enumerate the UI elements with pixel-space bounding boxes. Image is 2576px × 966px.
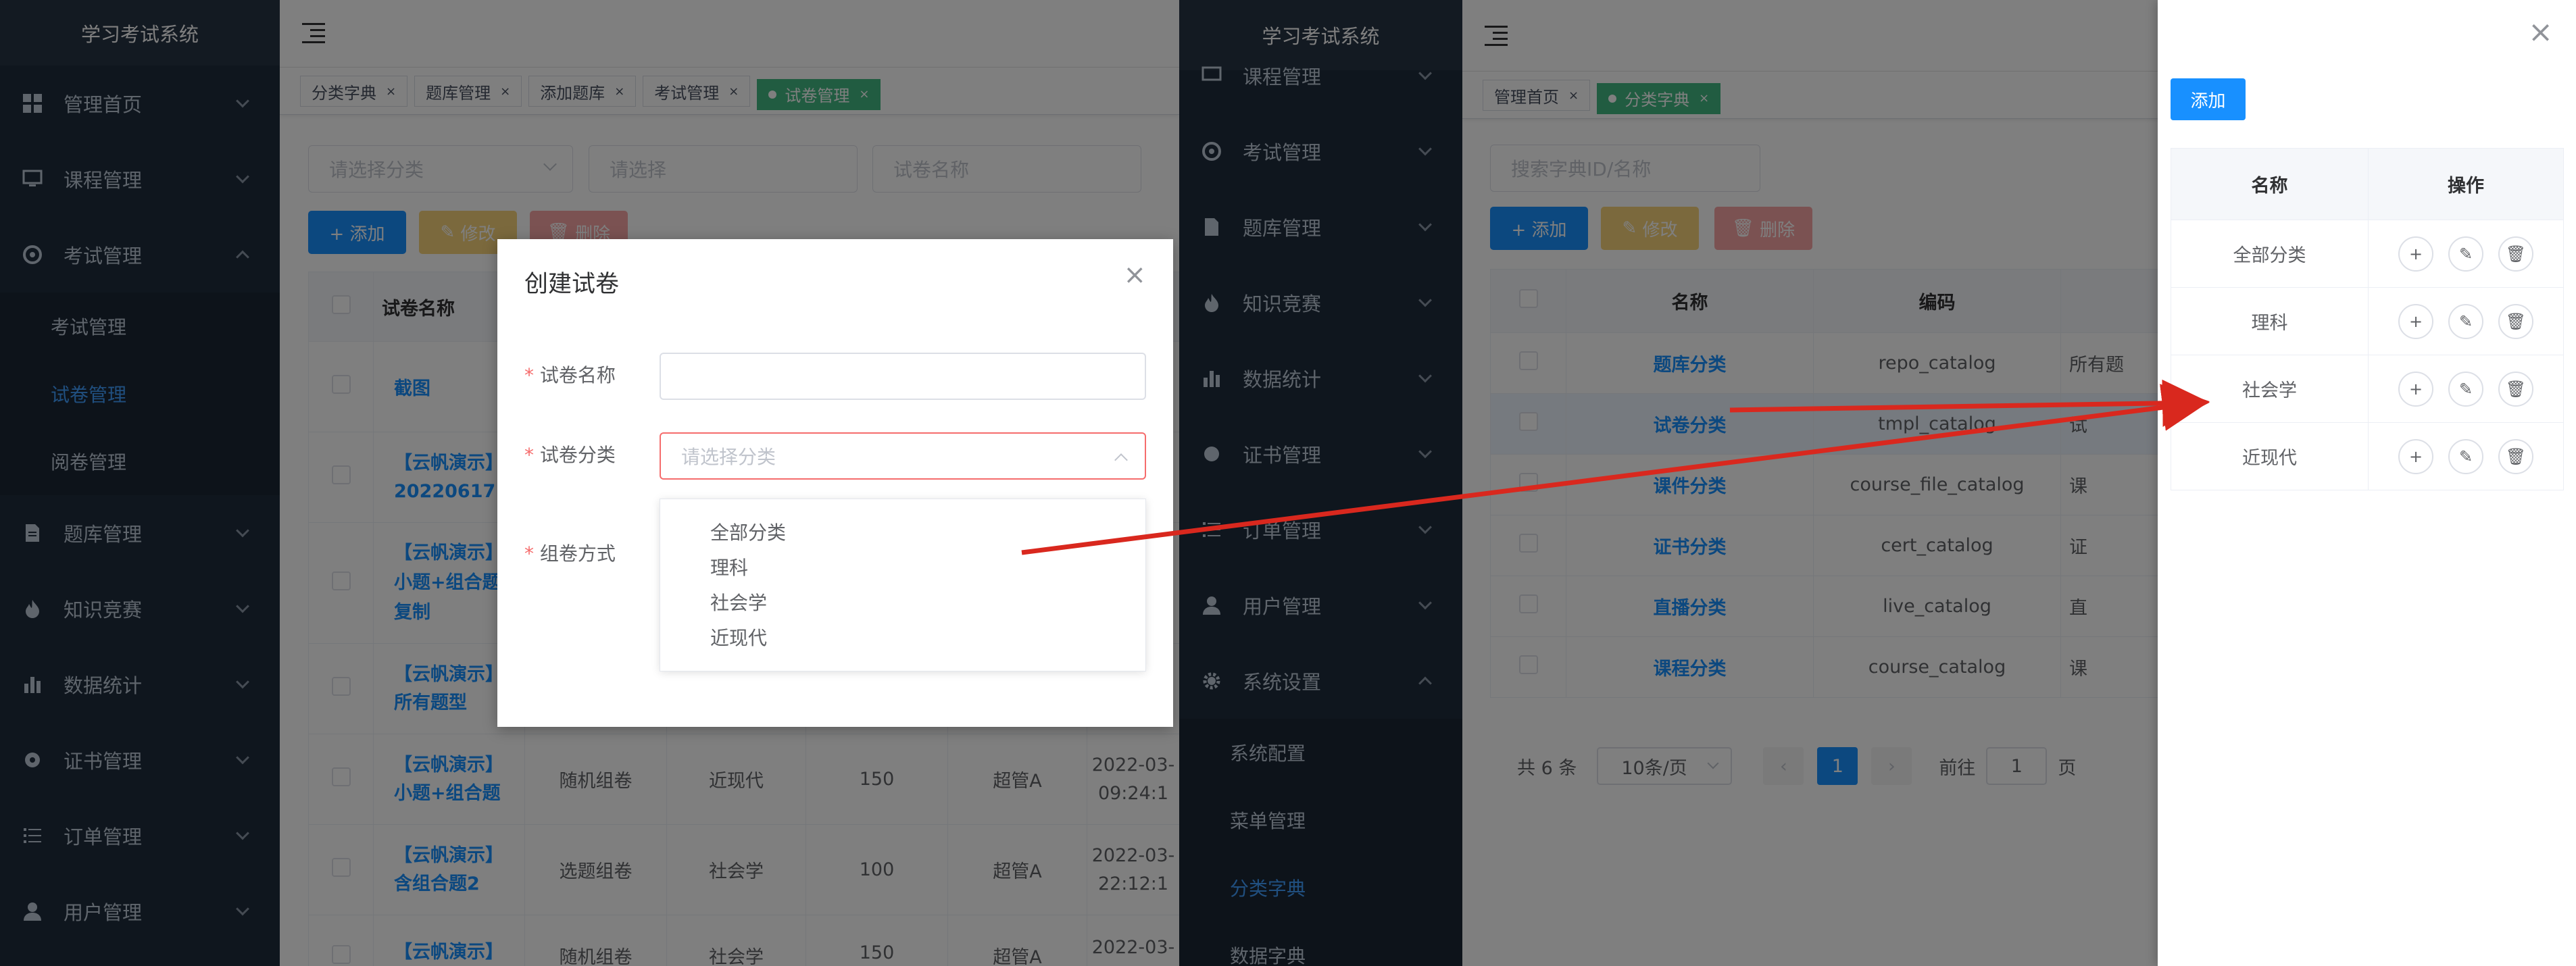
category-drawer: × 添加 名称 操作 全部分类 + ✎ 🗑 理科 + ✎ 🗑 社会学 + ✎ 🗑 近现代: [2158, 0, 2576, 966]
paper-name-field[interactable]: [660, 353, 1146, 400]
table-row[interactable]: 近现代 + ✎ 🗑: [2171, 422, 2564, 490]
dropdown-option[interactable]: 全部分类: [660, 515, 1145, 551]
edit-icon[interactable]: ✎: [2448, 303, 2483, 339]
row-actions: + ✎ 🗑: [2368, 422, 2564, 490]
add-icon[interactable]: +: [2398, 438, 2433, 474]
field-label-method: * 组卷方式: [524, 542, 616, 565]
left-app: 学习考试系统 管理首页 课程管理 考试管理 考试管理 试卷管理 阅卷管理 题库管…: [0, 0, 1179, 966]
screenshot-root: 学习考试系统 管理首页 课程管理 考试管理 考试管理 试卷管理 阅卷管理 题库管…: [0, 0, 2576, 966]
field-label-paper-name: * 试卷名称: [524, 364, 616, 386]
dropdown-option[interactable]: 近现代: [660, 621, 1145, 656]
category-dropdown: 全部分类 理科 社会学 近现代: [660, 499, 1146, 671]
trash-icon[interactable]: 🗑: [2498, 438, 2533, 474]
close-icon[interactable]: ×: [1123, 259, 1146, 290]
drawer-overlay[interactable]: [1179, 0, 2158, 966]
row-actions: + ✎ 🗑: [2368, 287, 2564, 355]
edit-icon[interactable]: ✎: [2448, 236, 2483, 272]
table-row[interactable]: 社会学 + ✎ 🗑: [2171, 355, 2564, 423]
edit-icon[interactable]: ✎: [2448, 371, 2483, 407]
edit-icon[interactable]: ✎: [2448, 438, 2483, 474]
field-label-category: * 试卷分类: [524, 444, 616, 466]
table-row[interactable]: 理科 + ✎ 🗑: [2171, 287, 2564, 355]
category-tree-table: 名称 操作 全部分类 + ✎ 🗑 理科 + ✎ 🗑 社会学 + ✎ 🗑 近现代 + ✎ 🗑: [2171, 148, 2564, 490]
add-icon[interactable]: +: [2398, 303, 2433, 339]
category-name-cell: 社会学: [2171, 355, 2369, 423]
trash-icon[interactable]: 🗑: [2498, 303, 2533, 339]
dropdown-option[interactable]: 理科: [660, 551, 1145, 586]
dropdown-option[interactable]: 社会学: [660, 586, 1145, 621]
column-header-name: 名称: [2171, 148, 2369, 220]
category-name-cell: 近现代: [2171, 422, 2369, 490]
trash-icon[interactable]: 🗑: [2498, 371, 2533, 407]
table-row[interactable]: 全部分类 + ✎ 🗑: [2171, 220, 2564, 288]
category-select[interactable]: 请选择分类: [660, 432, 1146, 480]
category-name-cell: 全部分类: [2171, 220, 2369, 288]
row-actions: + ✎ 🗑: [2368, 355, 2564, 423]
add-icon[interactable]: +: [2398, 236, 2433, 272]
add-icon[interactable]: +: [2398, 371, 2433, 407]
drawer-add-button[interactable]: 添加: [2171, 78, 2246, 120]
right-app: 学习考试系统 课程管理 考试管理 题库管理 知识竞赛 数据统计 证书管理 订单: [1179, 0, 2576, 966]
close-icon[interactable]: ×: [2528, 15, 2553, 49]
dialog-title: 创建试卷: [524, 271, 620, 298]
column-header-actions: 操作: [2368, 148, 2564, 220]
table-header-row: 名称 操作: [2171, 148, 2564, 220]
chevron-up-icon: [1114, 453, 1128, 467]
row-actions: + ✎ 🗑: [2368, 220, 2564, 288]
category-name-cell: 理科: [2171, 287, 2369, 355]
trash-icon[interactable]: 🗑: [2498, 236, 2533, 272]
